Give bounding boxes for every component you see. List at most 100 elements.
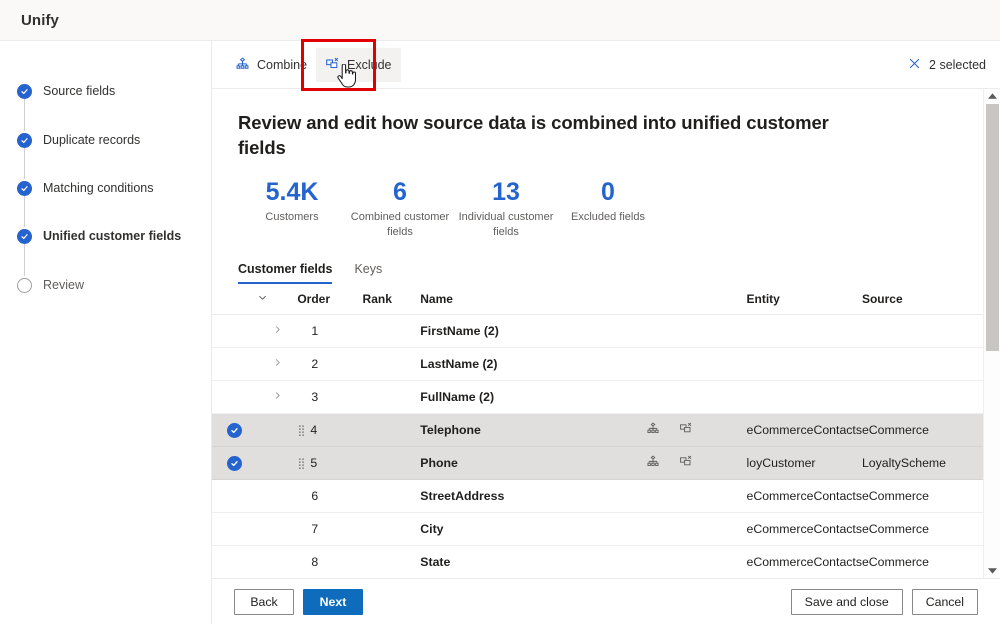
row-select-cell[interactable] xyxy=(212,347,258,382)
kpi-caption: Customers xyxy=(265,210,319,223)
chevron-right-icon[interactable] xyxy=(272,390,283,404)
tab-customer-fields[interactable]: Customer fields xyxy=(238,262,333,284)
row-checkbox-checked[interactable] xyxy=(227,455,243,471)
row-rank-cell xyxy=(362,512,421,547)
column-header-actions xyxy=(646,283,747,316)
row-rank-cell xyxy=(362,545,421,578)
row-select-cell[interactable] xyxy=(212,479,258,514)
table-row[interactable]: ⣿ 4 Telephone eCommerceContacts eCommerce xyxy=(212,413,1000,448)
table-row[interactable]: 6 StreetAddress eCommerceContacts eCommerce xyxy=(212,479,1000,514)
page-title: Review and edit how source data is combi… xyxy=(238,112,829,158)
chevron-right-icon[interactable] xyxy=(272,324,283,338)
selection-summary[interactable]: 2 selected xyxy=(908,57,986,73)
row-select-cell[interactable] xyxy=(212,413,258,448)
sidebar-item-source-fields[interactable]: Source fields xyxy=(17,82,115,100)
row-expand-cell[interactable] xyxy=(257,380,298,415)
table-row[interactable]: 3 FullName (2) xyxy=(212,380,1000,415)
row-combine-icon[interactable] xyxy=(646,455,660,472)
row-select-cell[interactable] xyxy=(212,314,258,349)
table-row[interactable]: 7 City eCommerceContacts eCommerce xyxy=(212,512,1000,547)
drag-handle-icon[interactable]: ⣿ xyxy=(297,457,305,470)
row-actions-cell xyxy=(646,479,747,514)
app-header: Unify xyxy=(0,0,1000,41)
mouse-cursor-pointer xyxy=(337,63,357,93)
row-rank-cell xyxy=(362,446,421,481)
row-expand-cell xyxy=(257,545,298,578)
sidebar-item-unified-customer-fields[interactable]: Unified customer fields xyxy=(17,227,181,245)
row-exclude-icon[interactable] xyxy=(679,455,693,472)
row-expand-cell[interactable] xyxy=(257,347,298,382)
row-order-value: 8 xyxy=(311,555,319,570)
kpi-caption: Combined customer fields xyxy=(350,210,450,238)
column-header-entity[interactable]: Entity xyxy=(746,283,862,316)
column-header-source[interactable]: Source xyxy=(861,283,1000,316)
tab-list: Customer fields Keys xyxy=(238,254,1000,284)
row-select-cell[interactable] xyxy=(212,512,258,547)
row-expand-cell[interactable] xyxy=(257,314,298,349)
row-checkbox-checked[interactable] xyxy=(227,422,243,438)
row-order-value: 3 xyxy=(311,390,319,405)
tab-keys[interactable]: Keys xyxy=(354,262,382,284)
column-header-order[interactable]: Order xyxy=(297,283,363,316)
expand-all-header[interactable] xyxy=(257,283,298,316)
kpi-value: 0 xyxy=(601,178,615,207)
row-rank-cell xyxy=(362,314,421,349)
scroll-down-arrow-icon[interactable] xyxy=(984,563,1000,578)
drag-handle-icon[interactable]: ⣿ xyxy=(297,424,305,437)
row-entity-cell: eCommerceContacts xyxy=(746,413,862,448)
row-expand-cell xyxy=(257,413,298,448)
cancel-button[interactable]: Cancel xyxy=(911,588,978,615)
row-select-cell[interactable] xyxy=(212,380,258,415)
chevron-down-icon[interactable] xyxy=(257,292,268,306)
row-entity-cell: eCommerceContacts xyxy=(746,545,862,578)
kpi-combined-customer-fields: 6 Combined customer fields xyxy=(346,178,454,239)
kpi-caption: Individual customer fields xyxy=(458,210,554,238)
step-connector xyxy=(24,148,25,179)
row-actions-cell xyxy=(646,512,747,547)
command-bar: Combine Exclude 2 selected xyxy=(212,41,1000,89)
combine-button[interactable]: Combine xyxy=(226,48,316,82)
row-order-value: 7 xyxy=(311,522,319,537)
scroll-up-arrow-icon[interactable] xyxy=(984,89,1000,104)
sidebar-item-duplicate-records[interactable]: Duplicate records xyxy=(17,131,140,149)
scrollbar-thumb[interactable] xyxy=(986,104,999,351)
column-header-rank[interactable]: Rank xyxy=(362,283,421,316)
table-row[interactable]: 2 LastName (2) xyxy=(212,347,1000,382)
row-entity-cell xyxy=(746,380,862,415)
sidebar-item-matching-conditions[interactable]: Matching conditions xyxy=(17,179,153,197)
app-window: Unify Source fields Duplicate records Matc… xyxy=(0,0,1000,624)
row-name-cell: LastName (2) xyxy=(420,347,647,382)
row-select-cell[interactable] xyxy=(212,545,258,578)
row-order-cell: 8 xyxy=(297,545,363,578)
row-expand-cell xyxy=(257,479,298,514)
select-all-header[interactable] xyxy=(212,283,258,316)
back-button[interactable]: Back xyxy=(234,588,294,615)
panel-scroll-region: Review and edit how source data is combi… xyxy=(212,89,1000,578)
vertical-scrollbar[interactable] xyxy=(983,89,1000,578)
row-combine-icon[interactable] xyxy=(646,422,660,439)
close-icon[interactable] xyxy=(908,57,921,73)
row-order-cell: ⣿ 5 xyxy=(297,446,363,481)
row-select-cell[interactable] xyxy=(212,446,258,481)
row-order-cell: 1 xyxy=(297,314,363,349)
column-header-name[interactable]: Name xyxy=(420,283,647,316)
row-actions-cell xyxy=(646,347,747,382)
row-rank-cell xyxy=(362,479,421,514)
save-and-close-button[interactable]: Save and close xyxy=(790,588,903,615)
sidebar-item-review[interactable]: Review xyxy=(17,276,84,294)
table-row[interactable]: ⣿ 5 Phone loyCustomer LoyaltyScheme xyxy=(212,446,1000,481)
sidebar-item-label: Unified customer fields xyxy=(43,229,182,243)
selected-count-label: 2 selected xyxy=(929,57,986,72)
main-panel: Combine Exclude 2 selected Review and ed… xyxy=(212,41,1000,624)
exclude-button[interactable]: Exclude xyxy=(316,47,401,82)
table-row[interactable]: 1 FirstName (2) xyxy=(212,314,1000,349)
row-order-value: 2 xyxy=(311,357,319,372)
row-exclude-icon[interactable] xyxy=(679,422,693,439)
row-source-cell xyxy=(861,380,1000,415)
chevron-right-icon[interactable] xyxy=(272,357,283,371)
row-name-cell: FirstName (2) xyxy=(420,314,647,349)
sidebar-item-label: Review xyxy=(43,278,84,292)
next-button[interactable]: Next xyxy=(303,588,363,615)
table-row[interactable]: 8 State eCommerceContacts eCommerce xyxy=(212,545,1000,578)
row-rank-cell xyxy=(362,413,421,448)
